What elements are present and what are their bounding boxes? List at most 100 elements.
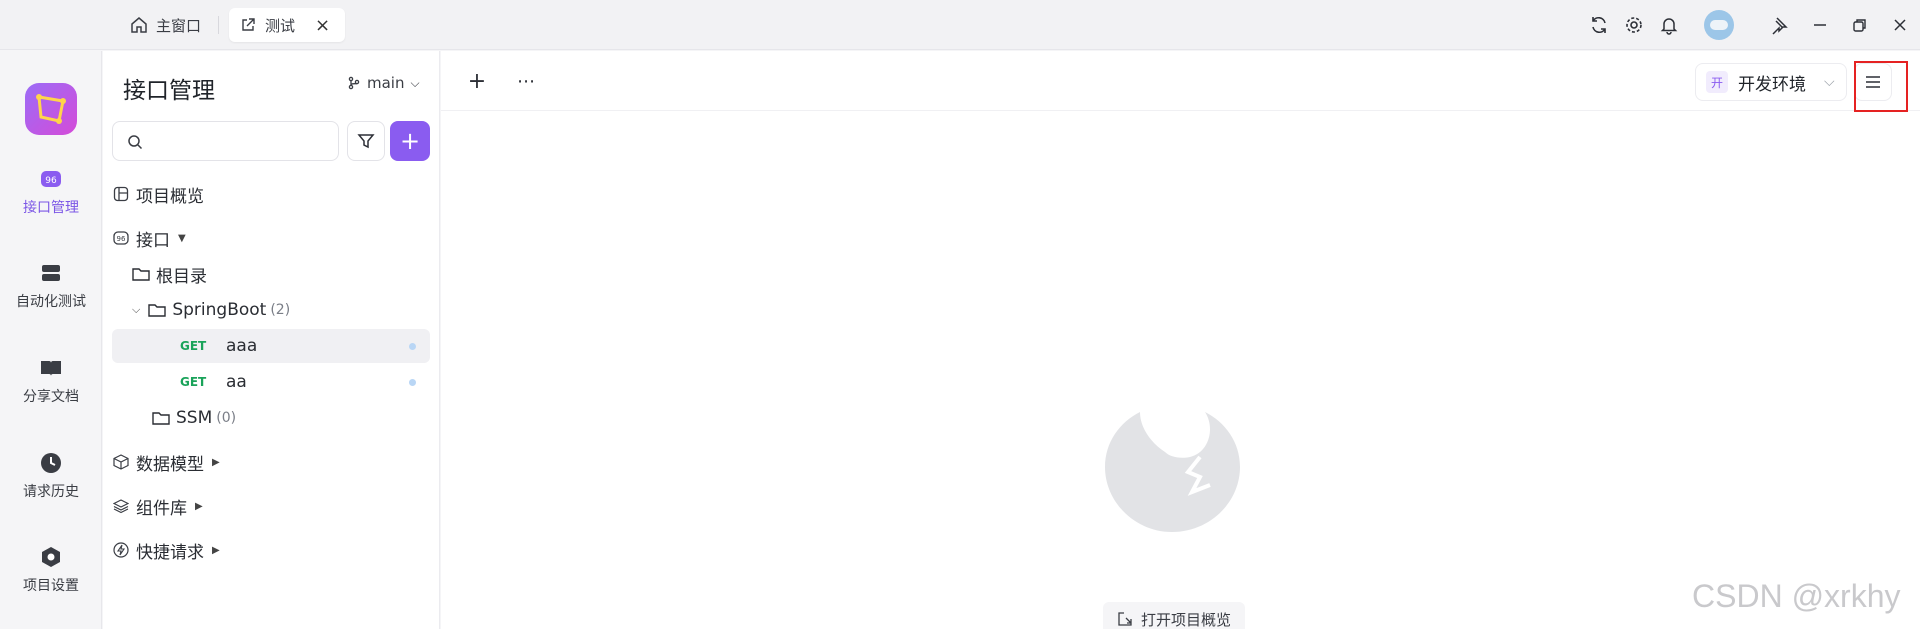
tree-label: 数据模型: [136, 454, 204, 475]
tree-item-springboot[interactable]: ⌵ SpringBoot (2): [132, 293, 430, 327]
tree-item-ssm[interactable]: SSM (0): [152, 401, 430, 435]
more-icon: ⋯: [517, 70, 535, 92]
tree-item-root[interactable]: 根目录: [132, 257, 430, 291]
status-dot: [409, 342, 416, 350]
empty-state-illustration: [1105, 412, 1240, 532]
tab-home-label: 主窗口: [156, 16, 202, 35]
environment-selector[interactable]: 开 开发环境 ⌵: [1695, 63, 1847, 101]
new-tab-button[interactable]: +: [465, 68, 489, 94]
tree-item-data-models[interactable]: 数据模型 ▶: [112, 445, 430, 479]
app-logo: [25, 83, 77, 135]
tree-label: 接口: [136, 230, 170, 251]
svg-text:96: 96: [117, 235, 126, 243]
nav-api-management[interactable]: 96 接口管理: [0, 167, 102, 217]
tree-item-quick-requests[interactable]: 快捷请求 ▶: [112, 533, 430, 567]
search-field[interactable]: [112, 121, 339, 161]
branch-icon: [348, 76, 360, 90]
panel-title: 接口管理: [123, 78, 215, 104]
tree-request-aaa[interactable]: GET aaa: [112, 329, 430, 363]
nav-label: 接口管理: [23, 200, 79, 216]
api-tree-panel: 接口管理 main ⌵ + 项目概览 96 接口 ▼ 根目录 ⌵ SpringB…: [103, 51, 440, 629]
plus-icon: +: [467, 68, 487, 94]
tree-label: 项目概览: [136, 186, 204, 207]
more-button[interactable]: ⋯: [514, 69, 538, 93]
item-count: (2): [270, 302, 291, 318]
open-icon: [1118, 612, 1132, 626]
caret-right-icon: ▶: [212, 456, 220, 468]
branch-selector[interactable]: main ⌵: [347, 74, 420, 92]
close-icon[interactable]: ×: [315, 15, 330, 36]
open-overview-button[interactable]: 打开项目概览: [1103, 602, 1245, 629]
nav-label: 请求历史: [23, 484, 79, 500]
tree-label: SSM: [176, 408, 213, 428]
tree-item-components[interactable]: 组件库 ▶: [112, 489, 430, 523]
external-link-icon: [239, 16, 257, 34]
caret-right-icon: ▶: [212, 544, 220, 556]
nav-rail: 96 接口管理 自动化测试 分享文档 请求历史 项目设置: [0, 51, 102, 629]
api-icon: 96: [112, 229, 130, 247]
clock-icon: [39, 451, 63, 475]
plus-icon: +: [399, 127, 421, 155]
tab-separator: [218, 16, 219, 34]
pin-icon[interactable]: [1767, 13, 1791, 37]
book-icon: [39, 356, 63, 380]
env-label: 开发环境: [1738, 74, 1806, 95]
add-button[interactable]: +: [390, 121, 430, 161]
caret-down-icon: ▼: [178, 232, 186, 244]
tree-label: aaa: [226, 336, 258, 356]
filter-icon: [357, 134, 375, 149]
gear-icon[interactable]: [1622, 13, 1646, 37]
main-area: + ⋯ 开 开发环境 ⌵ 打开项目概览: [441, 51, 1920, 629]
nav-label: 自动化测试: [16, 294, 86, 310]
tree-label: aa: [226, 372, 247, 392]
tab-home[interactable]: 主窗口: [130, 8, 201, 42]
tab-test-label: 测试: [265, 16, 296, 35]
method-badge: GET: [180, 339, 207, 353]
title-bar: 主窗口 测试 ×: [0, 0, 1920, 50]
avatar[interactable]: [1704, 10, 1734, 40]
tree-label: SpringBoot: [172, 300, 267, 320]
nav-label: 分享文档: [23, 389, 79, 405]
main-toolbar: + ⋯ 开 开发环境 ⌵: [441, 51, 1920, 112]
bell-icon[interactable]: [1657, 13, 1681, 37]
search-icon: [128, 135, 143, 150]
layout-icon: [112, 185, 130, 203]
nav-auto-test[interactable]: 自动化测试: [0, 261, 102, 311]
lightning-icon: [112, 541, 130, 559]
branch-label: main: [367, 74, 405, 92]
watermark: CSDN @xrkhy: [1692, 578, 1901, 614]
tree-label: 组件库: [136, 498, 187, 519]
tree-item-interfaces[interactable]: 96 接口 ▼: [112, 221, 430, 255]
tree-item-overview[interactable]: 项目概览: [112, 177, 430, 211]
tree-label: 根目录: [156, 266, 207, 287]
nav-share-docs[interactable]: 分享文档: [0, 356, 102, 406]
nav-request-history[interactable]: 请求历史: [0, 451, 102, 501]
nav-project-settings[interactable]: 项目设置: [0, 545, 102, 595]
folder-icon: [152, 409, 170, 427]
item-count: (0): [216, 410, 237, 426]
minimize-icon[interactable]: [1808, 13, 1832, 37]
restore-icon[interactable]: [1848, 13, 1872, 37]
settings-hex-icon: [39, 545, 63, 569]
tree-label: 快捷请求: [136, 542, 204, 563]
nav-label: 项目设置: [23, 578, 79, 594]
close-window-icon[interactable]: [1888, 13, 1912, 37]
method-badge: GET: [180, 375, 207, 389]
status-dot: [409, 378, 416, 386]
folder-icon: [148, 301, 167, 319]
refresh-icon[interactable]: [1587, 13, 1611, 37]
env-badge: 开: [1706, 71, 1728, 93]
cube-icon: [112, 453, 130, 471]
search-input[interactable]: [151, 130, 331, 154]
caret-right-icon: ▶: [195, 500, 203, 512]
highlight-box: [1854, 61, 1908, 112]
tree-request-aa[interactable]: GET aa: [112, 365, 430, 399]
folder-home-icon: [132, 265, 150, 283]
layers-icon: [112, 497, 130, 515]
chevron-down-icon: ⌵: [410, 75, 420, 90]
open-overview-label: 打开项目概览: [1140, 610, 1231, 629]
server-icon: [39, 261, 63, 285]
home-icon: [130, 16, 148, 34]
tab-test[interactable]: 测试 ×: [229, 8, 345, 42]
filter-button[interactable]: [347, 121, 385, 161]
